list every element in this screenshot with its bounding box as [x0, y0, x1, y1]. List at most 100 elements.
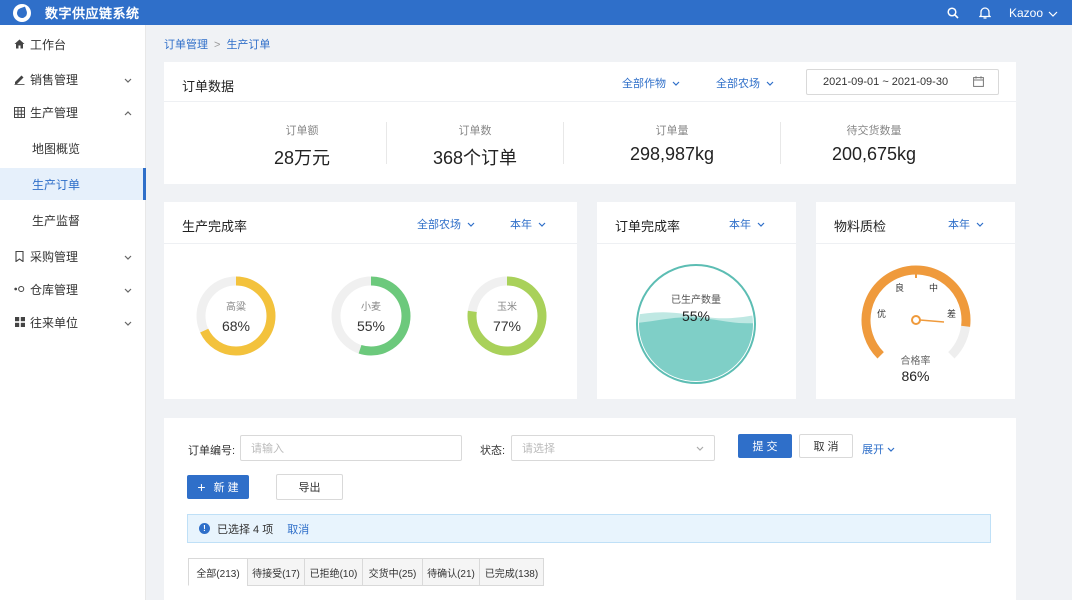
chevron-down-icon [124, 72, 132, 86]
home-icon [14, 39, 25, 50]
donut-value: 55% [356, 318, 386, 334]
logo-icon [13, 3, 31, 22]
sidebar: 工作台 销售管理 生产管理 地图概览 生产订单 生产监督 采购管理 仓库管理 往… [0, 25, 146, 600]
year-filter-dropdown[interactable]: 本年 [510, 216, 546, 232]
tab-pending-confirm[interactable]: 待确认(21) [422, 558, 480, 586]
tab-pending-accept[interactable]: 待接受(17) [247, 558, 305, 586]
apps-icon [14, 317, 25, 328]
tab-completed[interactable]: 已完成(138) [479, 558, 544, 586]
order-no-input[interactable]: 请输入 [240, 435, 462, 461]
calendar-icon [973, 76, 984, 90]
donut-corn: 玉米 77% [465, 274, 549, 358]
donut-wheat: 小麦 55% [329, 274, 413, 358]
card-title: 生产完成率 [182, 219, 248, 234]
sidebar-item-label: 采购管理 [30, 249, 79, 264]
user-name[interactable]: Kazoo [1009, 6, 1043, 20]
selection-count: 已选择 4 项 [217, 523, 274, 536]
new-button[interactable]: + 新 建 [187, 475, 249, 499]
selection-alert: ! 已选择 4 项 取消 [187, 514, 991, 543]
gauge-value: 86% [901, 368, 930, 384]
chevron-down-icon[interactable] [1048, 6, 1058, 20]
sidebar-item-purchase[interactable]: 采购管理 [0, 240, 146, 272]
sidebar-item-workbench[interactable]: 工作台 [0, 28, 146, 60]
chevron-down-icon [766, 81, 774, 86]
pen-icon [14, 74, 25, 85]
sidebar-sub-label: 生产监督 [32, 213, 81, 228]
tab-delivering[interactable]: 交货中(25) [362, 558, 423, 586]
donut-sorghum: 高粱 68% [194, 274, 278, 358]
tab-all[interactable]: 全部(213) [188, 558, 248, 586]
sidebar-sub-label: 生产订单 [32, 177, 81, 192]
status-select[interactable]: 请选择 [511, 435, 715, 461]
sidebar-item-label: 仓库管理 [30, 282, 79, 297]
breadcrumb: 订单管理 > 生产订单 [164, 39, 271, 51]
cancel-selection-link[interactable]: 取消 [287, 521, 309, 537]
chevron-down-icon [887, 447, 895, 452]
water-ball-value: 55% [681, 308, 711, 324]
gauge-label: 合格率 [900, 356, 931, 367]
status-tabs: 全部(213) 待接受(17) 已拒绝(10) 交货中(25) 待确认(21) … [188, 558, 544, 586]
cancel-button[interactable]: 取 消 [799, 434, 853, 458]
chevron-down-icon [696, 446, 704, 451]
chevron-down-icon [124, 315, 132, 329]
top-bar: 数字供应链系统 Kazoo [0, 0, 1072, 25]
app-title: 数字供应链系统 [45, 6, 140, 21]
chevron-down-icon [538, 222, 546, 227]
donut-value: 77% [492, 318, 522, 334]
search-icon[interactable] [945, 5, 961, 21]
donut-value: 68% [221, 318, 251, 334]
card-title: 物料质检 [834, 219, 887, 234]
chevron-down-icon [757, 222, 765, 227]
order-no-label: 订单编号: [188, 445, 236, 457]
date-range-value: 2021-09-01 ~ 2021-09-30 [823, 76, 949, 88]
tab-rejected[interactable]: 已拒绝(10) [304, 558, 363, 586]
stat-order-count: 订单数 368个订单 [432, 125, 518, 168]
sidebar-sub-map-overview[interactable]: 地图概览 [0, 132, 146, 164]
sidebar-item-label: 生产管理 [30, 105, 79, 120]
date-range-picker[interactable]: 2021-09-01 ~ 2021-09-30 [806, 69, 999, 95]
year-filter-dropdown[interactable]: 本年 [948, 216, 984, 232]
gauge-hub [911, 315, 921, 325]
sidebar-item-partners[interactable]: 往来单位 [0, 306, 146, 338]
chevron-down-icon [976, 222, 984, 227]
donut-label: 玉米 [497, 302, 517, 313]
production-completion-card: 生产完成率 全部农场 本年 高粱 68% 小麦 55% 玉米 77% [164, 202, 577, 399]
gauge-grade-poor: 差 [947, 308, 956, 319]
donut-label: 高粱 [226, 302, 246, 313]
chevron-down-icon [467, 222, 475, 227]
plus-icon: + [197, 479, 206, 495]
bell-icon[interactable] [977, 5, 993, 21]
status-label: 状态: [480, 445, 506, 457]
sidebar-item-label: 销售管理 [30, 72, 79, 87]
sidebar-sub-production-supervision[interactable]: 生产监督 [0, 204, 146, 236]
card-title: 订单数据 [182, 79, 235, 94]
bookmark-icon [14, 250, 25, 262]
sidebar-sub-production-order[interactable]: 生产订单 [0, 168, 146, 200]
stat-order-volume: 订单量 298,987kg [629, 125, 715, 164]
gauge-grade-good: 良 [895, 282, 904, 293]
warehouse-icon [14, 284, 25, 295]
sidebar-item-sales[interactable]: 销售管理 [0, 63, 146, 95]
water-ball-label: 已生产数量 [671, 295, 721, 306]
donut-label: 小麦 [361, 302, 381, 313]
chevron-down-icon [124, 249, 132, 263]
chevron-down-icon [672, 81, 680, 86]
expand-toggle[interactable]: 展开 [862, 441, 895, 457]
sidebar-item-label: 工作台 [30, 37, 67, 52]
farm-filter-dropdown[interactable]: 全部农场 [716, 75, 774, 91]
stat-pending-delivery: 待交货数量 200,675kg [831, 125, 917, 164]
order-list-card: 订单编号: 请输入 状态: 请选择 提 交 取 消 展开 + 新 建 导出 ! … [164, 418, 1016, 600]
year-filter-dropdown[interactable]: 本年 [729, 216, 765, 232]
sidebar-item-production[interactable]: 生产管理 [0, 96, 146, 128]
sidebar-item-warehouse[interactable]: 仓库管理 [0, 273, 146, 305]
divider [563, 122, 564, 164]
water-ball-chart [636, 264, 756, 384]
export-button[interactable]: 导出 [276, 474, 343, 500]
farm-filter-dropdown[interactable]: 全部农场 [417, 216, 475, 232]
submit-button[interactable]: 提 交 [738, 434, 792, 458]
stat-order-amount: 订单额 28万元 [273, 125, 331, 168]
breadcrumb-parent[interactable]: 订单管理 [164, 39, 208, 51]
crop-filter-dropdown[interactable]: 全部作物 [622, 75, 680, 91]
order-completion-card: 订单完成率 本年 已生产数量 55% [597, 202, 796, 399]
wave-front [639, 317, 753, 381]
